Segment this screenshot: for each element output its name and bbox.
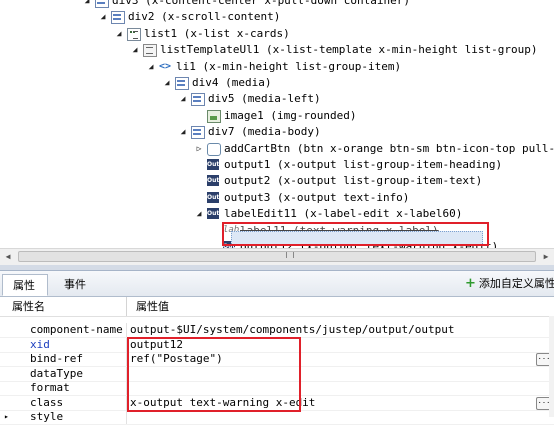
outline-node-label: image1 (img-rounded) [224, 108, 357, 122]
collapse-twisty-icon[interactable]: ◢ [146, 59, 156, 75]
output-icon: Out [207, 159, 220, 170]
outline-node-label: div5 (media-left) [208, 92, 321, 106]
collapse-twisty-icon[interactable]: ◢ [178, 91, 188, 107]
property-name: component-name [30, 323, 123, 336]
outline-node-label: div2 (x-scroll-content) [128, 10, 281, 24]
output-icon: Out [207, 208, 220, 220]
output-icon: Out [207, 191, 220, 203]
collapse-twisty-icon[interactable]: ◢ [82, 0, 92, 9]
outline-node-label: output1 (x-output list-group-item-headin… [224, 158, 503, 171]
column-divider[interactable] [126, 297, 127, 316]
outline-node-label: listTemplateUl1 (x-list-template x-min-h… [160, 43, 538, 57]
div-icon [175, 77, 189, 90]
property-row[interactable]: ▸ style [0, 410, 554, 425]
button-icon [207, 142, 221, 156]
div-icon [95, 0, 109, 8]
outline-node-label: addCartBtn (btn x-orange btn-sm btn-icon… [224, 141, 554, 155]
li-icon: <> [159, 60, 172, 72]
highlight-box-properties [127, 337, 301, 412]
template-icon [143, 44, 157, 58]
property-row[interactable]: component-name output-$UI/system/componen… [0, 323, 554, 338]
image-icon [207, 109, 221, 123]
outline-node-label: output3 (x-output text-info) [224, 190, 410, 204]
list-icon [127, 27, 141, 41]
outline-node-label: li1 (x-min-height list-group-item) [176, 59, 402, 73]
collapse-twisty-icon[interactable]: ◢ [162, 75, 172, 91]
collapse-twisty-icon[interactable]: ◢ [178, 124, 188, 140]
property-name: xid [30, 337, 50, 351]
scrollbar-thumb[interactable] [18, 251, 536, 262]
outline-tree[interactable]: ◢ div3 (x-content-center x-pull-down cont… [0, 0, 554, 248]
properties-header: 属性名 属性值 [0, 297, 554, 317]
outline-node-label: list1 (x-list x-cards) [144, 26, 290, 40]
outline-node-label: output2 (x-output list-group-item-text) [224, 174, 483, 188]
div-icon [191, 126, 205, 140]
property-name: class [30, 395, 64, 409]
expand-arrow-icon[interactable]: ▸ [4, 410, 9, 424]
div-icon [191, 93, 205, 107]
vertical-scrollbar[interactable] [549, 316, 554, 417]
collapse-twisty-icon[interactable]: ◢ [194, 206, 204, 222]
horizontal-scrollbar[interactable]: ◀ ▶ [0, 248, 554, 266]
property-name: format [30, 381, 70, 394]
tab-properties[interactable]: 属性 [2, 274, 48, 296]
div-icon [111, 11, 125, 25]
output-icon: Out [207, 175, 220, 187]
collapse-twisty-icon[interactable]: ◢ [114, 26, 124, 42]
property-value[interactable]: output-$UI/system/components/justep/outp… [130, 323, 455, 337]
highlight-box-selected-node [222, 222, 489, 246]
outline-node-label: div4 (media) [192, 76, 272, 89]
property-name: bind-ref [30, 352, 83, 365]
plus-icon: + [465, 276, 476, 291]
outline-node-label: div3 (x-content-center x-pull-down conta… [112, 0, 411, 7]
column-header-name: 属性名 [12, 300, 45, 313]
property-name: style [30, 410, 64, 423]
scroll-left-arrow-icon[interactable]: ◀ [0, 249, 16, 265]
properties-tabs: 属性 事件 + 添加自定义属性 [0, 271, 554, 297]
scroll-right-arrow-icon[interactable]: ▶ [538, 249, 554, 265]
outline-node-label: div7 (media-body) [208, 125, 321, 139]
property-name: dataType [30, 366, 83, 380]
column-header-value: 属性值 [136, 300, 169, 313]
outline-node-label: labelEdit11 (x-label-edit x-label60) [224, 207, 463, 221]
add-custom-attribute-label: 添加自定义属性 [478, 277, 554, 290]
collapse-twisty-icon[interactable]: ◢ [130, 42, 140, 58]
collapse-twisty-icon[interactable]: ◢ [98, 9, 108, 25]
tab-events[interactable]: 事件 [54, 274, 100, 296]
column-divider [126, 410, 127, 424]
add-custom-attribute-button[interactable]: + 添加自定义属性 [465, 275, 554, 293]
column-divider [126, 323, 127, 337]
expand-twisty-icon[interactable]: ▷ [194, 141, 204, 157]
scrollbar-grip-icon [286, 252, 294, 258]
